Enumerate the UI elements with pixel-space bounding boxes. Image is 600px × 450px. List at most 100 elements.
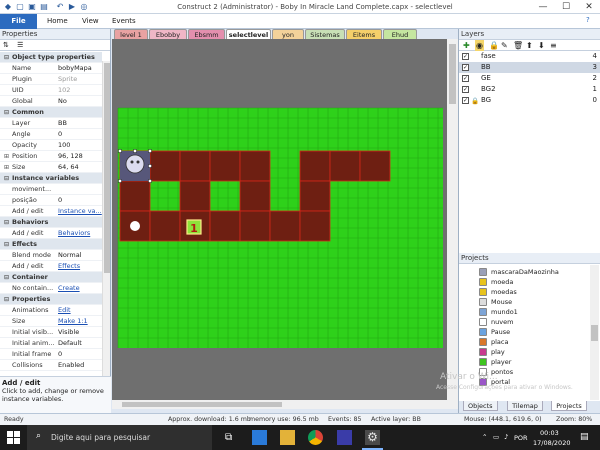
network-icon[interactable]: ▭ xyxy=(493,433,499,441)
sort-icon[interactable]: ⇅ xyxy=(3,41,9,49)
layer-visible-checkbox[interactable]: ✓ xyxy=(462,53,469,60)
collapse-icon[interactable]: ⊟ xyxy=(4,107,9,118)
property-value[interactable]: No xyxy=(58,96,102,107)
tab-ehud[interactable]: Ehud xyxy=(383,29,417,39)
file-menu-button[interactable]: File xyxy=(0,14,37,29)
layer-visible-checkbox[interactable]: ✓ xyxy=(462,97,469,104)
collapse-icon[interactable]: ⊟ xyxy=(4,272,9,283)
selection-handle[interactable] xyxy=(148,149,152,153)
close-button[interactable]: ✕ xyxy=(578,0,600,14)
layer-row[interactable]: ✓ fase 4 xyxy=(459,51,600,62)
property-row[interactable]: Global No xyxy=(0,96,102,107)
property-row[interactable]: Collisions Enabled xyxy=(0,360,102,371)
tab-yon[interactable]: yon xyxy=(272,29,304,39)
collapse-icon[interactable]: ⊟ xyxy=(4,239,9,250)
clock-date[interactable]: 17/08/2020 xyxy=(533,439,570,447)
expand-icon[interactable]: ⊞ xyxy=(4,162,9,173)
new-project-icon[interactable]: ▢ xyxy=(15,2,25,12)
project-item[interactable]: mundo1 xyxy=(479,307,589,317)
debug-icon[interactable]: ◎ xyxy=(79,2,89,12)
layer-visible-checkbox[interactable]: ✓ xyxy=(462,64,469,71)
property-value[interactable]: 96, 128 xyxy=(58,151,102,162)
property-value[interactable]: 0 xyxy=(58,129,102,140)
property-value[interactable]: 100 xyxy=(58,140,102,151)
property-link[interactable]: Behaviors xyxy=(58,228,102,239)
volume-icon[interactable]: ♪ xyxy=(504,433,508,441)
property-value[interactable]: 0 xyxy=(58,349,102,360)
property-row[interactable]: Blend mode Normal xyxy=(0,250,102,261)
tab-ebobby[interactable]: Ebobby xyxy=(149,29,187,39)
layer-lock-icon[interactable]: 🔒 xyxy=(471,96,479,107)
eye-icon[interactable]: ◉ xyxy=(475,40,484,51)
add-layer-icon[interactable]: ✚ xyxy=(463,40,470,51)
scrollbar-thumb[interactable] xyxy=(104,63,110,273)
property-row[interactable]: posição 0 xyxy=(0,195,102,206)
scrollbar-thumb[interactable] xyxy=(122,402,282,407)
property-row[interactable]: Layer BB xyxy=(0,118,102,129)
help-icon[interactable]: ? xyxy=(586,16,590,24)
save-icon[interactable]: ▤ xyxy=(39,2,49,12)
delete-icon[interactable]: 🗑 xyxy=(513,40,523,51)
undo-icon[interactable]: ↶ xyxy=(55,2,65,12)
minimize-button[interactable]: — xyxy=(532,0,554,14)
edge-browser-icon[interactable] xyxy=(252,430,267,445)
tab-home[interactable]: Home xyxy=(47,17,68,25)
clock-time[interactable]: 00:03 xyxy=(540,429,559,437)
layer-row[interactable]: ✓ BB 3 xyxy=(459,62,600,73)
lock-icon[interactable]: 🔒 xyxy=(489,40,499,51)
property-value[interactable]: BB xyxy=(58,118,102,129)
game-app-icon[interactable] xyxy=(337,430,352,445)
project-item[interactable]: play xyxy=(479,347,589,357)
start-node[interactable] xyxy=(130,221,140,231)
property-link[interactable]: Create xyxy=(58,283,102,294)
run-layout-icon[interactable]: ▶ xyxy=(67,2,77,12)
project-item[interactable]: moedas xyxy=(479,287,589,297)
taskbar-search-box[interactable]: ⌕ Digite aqui para pesquisar xyxy=(27,425,212,450)
list-icon[interactable]: ≡ xyxy=(550,40,557,51)
property-row[interactable]: Opacity 100 xyxy=(0,140,102,151)
project-item[interactable]: player xyxy=(479,357,589,367)
property-link[interactable]: Make 1:1 xyxy=(58,316,102,327)
property-row[interactable]: Initial anim... Default xyxy=(0,338,102,349)
tab-eitems[interactable]: Eitems xyxy=(346,29,382,39)
layer-row[interactable]: ✓ 🔒 BG 0 xyxy=(459,95,600,106)
selection-handle[interactable] xyxy=(118,149,122,153)
property-row[interactable]: Add / edit Instance va... xyxy=(0,206,102,217)
property-value[interactable]: Sprite xyxy=(58,74,102,85)
property-row[interactable]: Add / edit Effects xyxy=(0,261,102,272)
property-row[interactable]: UID 102 xyxy=(0,85,102,96)
layer-row[interactable]: ✓ GE 2 xyxy=(459,73,600,84)
layout-vertical-scrollbar[interactable] xyxy=(447,39,458,409)
open-icon[interactable]: ▣ xyxy=(27,2,37,12)
property-row[interactable]: Plugin Sprite xyxy=(0,74,102,85)
property-value[interactable]: Default xyxy=(58,338,102,349)
collapse-icon[interactable]: ⊟ xyxy=(4,294,9,305)
property-row[interactable]: Size Make 1:1 xyxy=(0,316,102,327)
project-item[interactable]: mascaraDaMaozinha xyxy=(479,267,589,277)
property-value[interactable]: Visible xyxy=(58,327,102,338)
property-value[interactable]: Enabled xyxy=(58,360,102,371)
move-up-icon[interactable]: ⬆ xyxy=(526,40,533,51)
move-down-icon[interactable]: ⬇ xyxy=(538,40,545,51)
chrome-browser-icon[interactable] xyxy=(308,430,323,445)
tray-chevron-icon[interactable]: ⌃ xyxy=(482,433,487,441)
language-indicator[interactable]: POR xyxy=(514,434,528,442)
project-item[interactable]: Pause xyxy=(479,327,589,337)
property-link[interactable]: Effects xyxy=(58,261,102,272)
property-value[interactable]: 64, 64 xyxy=(58,162,102,173)
collapse-icon[interactable]: ⊟ xyxy=(4,217,9,228)
tab-objects[interactable]: Objects xyxy=(463,401,498,411)
scrollbar-thumb[interactable] xyxy=(449,44,456,104)
tab-ebsmm[interactable]: Ebsmm xyxy=(188,29,225,39)
layout-view[interactable]: 1 xyxy=(112,39,458,409)
property-row[interactable]: Name bobyMapa xyxy=(0,63,102,74)
property-value[interactable]: Normal xyxy=(58,250,102,261)
construct-app-icon[interactable]: ⚙ xyxy=(365,430,380,445)
edit-icon[interactable]: ✎ xyxy=(501,40,508,51)
selection-handle[interactable] xyxy=(148,164,152,168)
windows-start-icon[interactable] xyxy=(7,431,20,444)
property-row[interactable]: ⊞ Position 96, 128 xyxy=(0,151,102,162)
properties-scrollbar[interactable] xyxy=(102,61,110,376)
projects-scrollbar[interactable] xyxy=(590,265,599,400)
property-link[interactable]: Instance va... xyxy=(58,206,102,217)
